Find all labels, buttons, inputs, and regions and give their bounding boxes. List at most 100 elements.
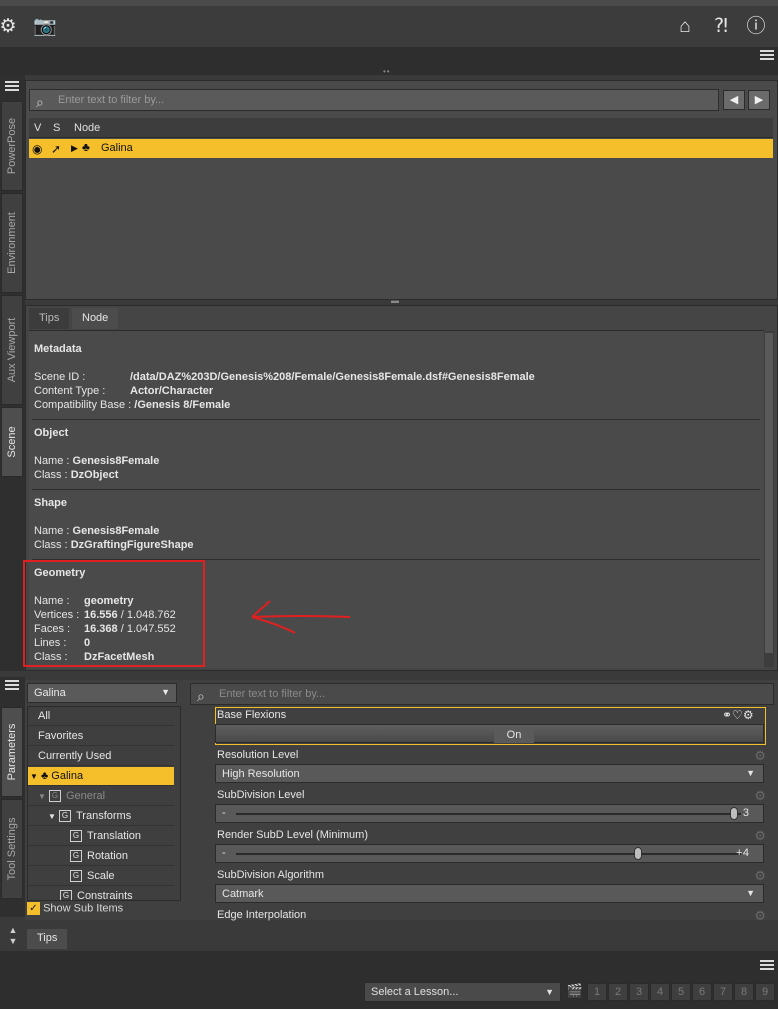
lesson-menu-icon[interactable] <box>760 960 774 972</box>
divider <box>32 489 760 490</box>
lesson-step-7[interactable]: 7 <box>713 983 733 1001</box>
lesson-step-6[interactable]: 6 <box>692 983 712 1001</box>
group-icon: G <box>58 810 71 823</box>
slider-track[interactable] <box>236 813 741 815</box>
gear-icon[interactable]: ⚙ <box>754 868 766 884</box>
figure-icon: ♣ <box>40 770 49 782</box>
gear-icon[interactable]: ⚙ <box>754 748 766 764</box>
group-icon: G <box>60 890 72 900</box>
lesson-step-9[interactable]: 9 <box>755 983 775 1001</box>
scrollbar[interactable] <box>764 331 774 667</box>
splitter-grip[interactable]: ▬ <box>391 296 400 305</box>
params-filter-input[interactable]: ⌕ Enter text to filter by... <box>190 683 774 705</box>
slider-handle[interactable] <box>634 847 642 860</box>
render-settings-icon[interactable]: ⚙ <box>0 16 20 38</box>
link-heart-gear-icon[interactable]: ⚭♡⚙ <box>722 708 754 722</box>
lesson-step-8[interactable]: 8 <box>734 983 754 1001</box>
lesson-select[interactable]: Select a Lesson... ▼ <box>364 982 561 1002</box>
node-name: Galina <box>101 142 133 154</box>
panel-menu-icon[interactable] <box>760 50 774 62</box>
decrement-button[interactable]: - <box>222 847 226 859</box>
lesson-step-4[interactable]: 4 <box>650 983 670 1001</box>
collapse-arrows-icon[interactable]: ▲ ▼ <box>3 925 23 951</box>
tab-tips-bottom[interactable]: Tips <box>27 929 68 949</box>
shape-title: Shape <box>34 497 68 509</box>
scene-filter-input[interactable]: ⌕ Enter text to filter by... <box>29 89 719 111</box>
eye-icon[interactable]: ◉ <box>32 142 42 156</box>
tree-item-all[interactable]: All <box>28 707 174 726</box>
tab-tool-settings[interactable]: Tool Settings <box>1 799 23 899</box>
checkbox-checked-icon[interactable]: ✓ <box>27 902 40 915</box>
gear-icon[interactable]: ⚙ <box>754 828 766 844</box>
tab-scene[interactable]: Scene <box>1 407 23 477</box>
slider-handle[interactable] <box>730 807 738 820</box>
top-toolbar: ⚙ 📷 ⌂ ⁈ ⓘ <box>0 0 778 47</box>
shape-class-label: Class : <box>34 539 68 551</box>
render-subd-slider[interactable]: - + 4 <box>215 844 764 863</box>
tree-item-galina[interactable]: ▼ ♣ Galina <box>28 767 174 786</box>
gear-icon[interactable]: ⚙ <box>754 908 766 924</box>
subdivision-level-value[interactable]: 3 <box>743 807 749 819</box>
tree-item-general[interactable]: ▼ G General <box>28 787 174 806</box>
side-menu-icon[interactable] <box>5 81 19 93</box>
render-subd-value[interactable]: 4 <box>743 847 749 859</box>
tree-item-constraints[interactable]: G Constraints <box>28 887 174 900</box>
figure-icon: ♣ <box>82 140 90 154</box>
tree-item-scale[interactable]: G Scale <box>28 867 174 886</box>
tab-tips[interactable]: Tips <box>29 308 70 329</box>
select-arrow-icon[interactable]: ➚ <box>51 142 61 156</box>
chevron-down-icon: ▼ <box>746 768 755 778</box>
tree-item-translation[interactable]: G Translation <box>28 827 174 846</box>
tree-item-favorites[interactable]: Favorites <box>28 727 174 746</box>
subd-algorithm-select[interactable]: Catmark ▼ <box>215 884 764 903</box>
params-menu-icon[interactable] <box>5 680 19 692</box>
scrollbar-thumb[interactable] <box>765 333 773 653</box>
edge-interp-label: Edge Interpolation <box>217 909 307 921</box>
expand-down-icon[interactable]: ▼ <box>30 772 38 781</box>
lesson-step-1[interactable]: 1 <box>587 983 607 1001</box>
tree-item-currently-used[interactable]: Currently Used <box>28 747 174 766</box>
column-selectable[interactable]: S <box>53 122 60 134</box>
gear-icon[interactable]: ⚙ <box>754 788 766 804</box>
tab-parameters[interactable]: Parameters <box>1 707 23 797</box>
lesson-step-5[interactable]: 5 <box>671 983 691 1001</box>
prev-button[interactable]: ◀ <box>723 90 745 110</box>
show-sub-items-toggle[interactable]: ✓ Show Sub Items <box>27 902 181 918</box>
help-icon[interactable]: ⓘ <box>744 16 768 38</box>
base-flexions-label: Base Flexions <box>217 709 287 721</box>
tab-environment[interactable]: Environment <box>1 193 23 293</box>
parameters-panel: Galina ▼ All Favorites Currently Used ▼ … <box>25 680 778 923</box>
increment-button[interactable]: + <box>736 847 742 859</box>
decrement-button[interactable]: - <box>222 807 226 819</box>
whats-this-icon[interactable]: ⁈ <box>709 16 733 38</box>
object-name-value: Genesis8Female <box>72 455 160 467</box>
home-ds-icon[interactable]: ⌂ <box>673 16 697 38</box>
slider-track[interactable] <box>236 853 741 855</box>
base-flexions-toggle[interactable]: On <box>215 724 764 743</box>
tab-node[interactable]: Node <box>72 308 119 329</box>
tree-item-rotation[interactable]: G Rotation <box>28 847 174 866</box>
expand-down-icon[interactable]: ▼ <box>38 792 46 801</box>
camera-icon[interactable]: 📷 <box>33 16 57 38</box>
chevron-down-icon: ▼ <box>161 687 170 697</box>
content-type-value: Actor/Character <box>130 385 214 397</box>
group-icon: G <box>70 870 82 883</box>
column-visible[interactable]: V <box>34 122 41 134</box>
tab-aux-viewport[interactable]: Aux Viewport <box>1 295 23 405</box>
lesson-step-2[interactable]: 2 <box>608 983 628 1001</box>
scene-node-row[interactable]: ◉ ➚ ▶ ♣ Galina <box>29 139 773 158</box>
tab-powerpose[interactable]: PowerPose <box>1 101 23 191</box>
shape-name-value: Genesis8Female <box>72 525 160 537</box>
tree-item-transforms[interactable]: ▼ G Transforms <box>28 807 174 826</box>
node-selector[interactable]: Galina ▼ <box>27 683 177 703</box>
clapper-icon[interactable]: 🎬 <box>565 983 585 1001</box>
expand-down-icon[interactable]: ▼ <box>48 812 56 821</box>
expand-arrow-icon[interactable]: ▶ <box>71 143 78 154</box>
splitter-grip[interactable]: •• <box>383 67 391 76</box>
scene-id-value: /data/DAZ%203D/Genesis%208/Female/Genesi… <box>130 371 535 383</box>
column-node[interactable]: Node <box>74 122 100 134</box>
next-button[interactable]: ▶ <box>748 90 770 110</box>
resolution-level-select[interactable]: High Resolution ▼ <box>215 764 764 783</box>
lesson-step-3[interactable]: 3 <box>629 983 649 1001</box>
subdivision-level-slider[interactable]: - 3 <box>215 804 764 823</box>
